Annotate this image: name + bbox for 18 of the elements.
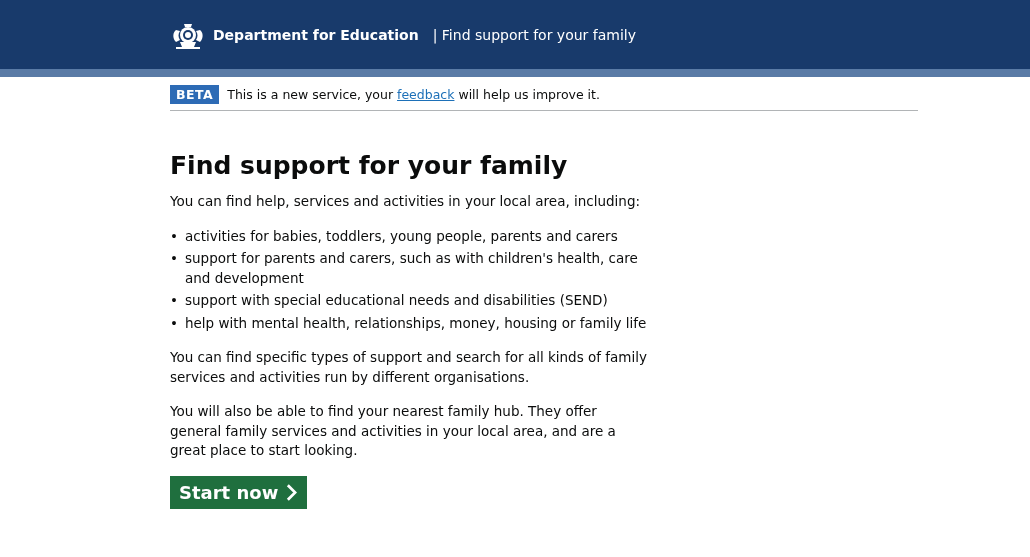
page-heading: Find support for your family <box>170 151 569 180</box>
list-item: help with mental health, relationships, money, housing or family life <box>185 313 648 333</box>
list-item: activities for babies, toddlers, young people, parents and carers <box>185 226 619 246</box>
bullet-marker: • <box>170 249 179 268</box>
intro-text: You can find help, services and activities in your local area, including: <box>170 192 642 211</box>
organisation-name[interactable]: Department for Education <box>213 26 419 43</box>
list-item: support with special educational needs and disabilities (SEND) <box>185 291 609 310</box>
feedback-link[interactable]: feedback <box>397 87 455 102</box>
phase-banner-text: This is a new service, your feedback will help us improve it. <box>227 87 600 102</box>
body-text: You will also be able to find your nearest family hub. They offer general family services and activities in your local area, and are a great place to start looking. <box>170 402 617 460</box>
bullet-marker: • <box>170 226 179 246</box>
body-text: You can find specific types of support and search for all kinds of family services and activities run by different organisations. <box>170 348 648 387</box>
service-name[interactable]: | Find support for your family <box>432 26 636 43</box>
bullet-marker: • <box>170 291 179 310</box>
bullet-marker: • <box>170 313 179 333</box>
chevron-icon <box>286 483 298 501</box>
start-now-button[interactable]: Start now <box>170 475 308 509</box>
phase-tag: BETA <box>170 85 220 104</box>
